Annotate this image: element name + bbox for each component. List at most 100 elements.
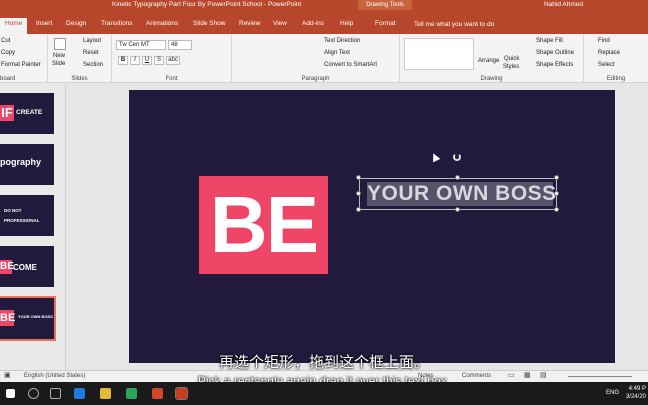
text-direction-button[interactable]: Text Direction bbox=[324, 38, 360, 44]
title-bar: Kinetic Typography Part Four By PowerPoi… bbox=[0, 0, 648, 10]
tab-format[interactable]: Format bbox=[375, 20, 396, 27]
slides-label: Slides bbox=[71, 76, 88, 82]
smartart-button[interactable]: Convert to SmartArt bbox=[324, 62, 377, 68]
tab-add-ins[interactable]: Add-ins bbox=[302, 20, 324, 27]
thumb-5-big: BE bbox=[0, 310, 16, 326]
resize-handle-bl[interactable] bbox=[356, 207, 361, 212]
app-icon[interactable] bbox=[152, 388, 163, 399]
tab-help[interactable]: Help bbox=[340, 20, 353, 27]
clock-date: 3/24/20 bbox=[625, 394, 646, 400]
clock[interactable]: 4:49 P 3/24/20 bbox=[626, 385, 646, 401]
resize-handle-br[interactable] bbox=[554, 207, 559, 212]
slides-group: New Slide Layout Reset Section Slides bbox=[48, 34, 112, 83]
thumb-3-line1: DO NOT bbox=[4, 208, 22, 213]
text-box-content[interactable]: YOUR OWN BOSS bbox=[367, 182, 556, 206]
shapes-gallery[interactable] bbox=[404, 38, 474, 70]
tab-review[interactable]: Review bbox=[239, 20, 260, 27]
font-group: Tw Cen MT 48 B I U S abc Font bbox=[112, 34, 232, 83]
windows-taskbar: ENG 4:49 P 3/24/20 bbox=[0, 382, 648, 405]
reset-button[interactable]: Reset bbox=[83, 50, 99, 56]
mouse-cursor-icon bbox=[429, 151, 441, 163]
slide-thumbnail-4[interactable]: BE COME bbox=[0, 246, 54, 287]
edge-icon[interactable] bbox=[74, 388, 85, 399]
tab-animations[interactable]: Animations bbox=[146, 20, 178, 27]
quick-styles-button[interactable]: Quick bbox=[504, 56, 519, 62]
slide-canvas[interactable]: BE YOUR OWN BOSS bbox=[66, 83, 648, 370]
thumb-1-big: IF bbox=[0, 105, 14, 121]
current-slide[interactable]: BE YOUR OWN BOSS bbox=[129, 90, 615, 363]
powerpoint-icon[interactable] bbox=[175, 387, 188, 400]
resize-handle-bc[interactable] bbox=[455, 207, 460, 212]
slide-thumbnail-5[interactable]: BE YOUR OWN BOSS bbox=[0, 296, 56, 341]
tab-design[interactable]: Design bbox=[66, 20, 86, 27]
tab-insert[interactable]: Insert bbox=[36, 20, 52, 27]
tab-transitions[interactable]: Transitions bbox=[101, 20, 133, 27]
underline-button[interactable]: U bbox=[142, 56, 152, 65]
ribbon: Cut Copy Format Painter board New Slide … bbox=[0, 34, 648, 83]
clipboard-label: board bbox=[0, 76, 16, 82]
cut-button[interactable]: Cut bbox=[1, 38, 10, 44]
camtasia-icon[interactable] bbox=[126, 388, 137, 399]
tab-slide-show[interactable]: Slide Show bbox=[193, 20, 226, 27]
thumb-3-line2: PROFESSIONAL bbox=[4, 218, 40, 223]
shape-outline-button[interactable]: Shape Outline bbox=[536, 50, 574, 56]
slide-thumbnail-1[interactable]: IF CREATE bbox=[0, 93, 54, 134]
align-text-button[interactable]: Align Text bbox=[324, 50, 350, 56]
font-name-select[interactable]: Tw Cen MT bbox=[116, 40, 166, 50]
selected-text-box[interactable]: YOUR OWN BOSS bbox=[359, 178, 557, 210]
bold-button[interactable]: B bbox=[118, 56, 128, 65]
paragraph-group: Text Direction Align Text Convert to Sma… bbox=[232, 34, 400, 83]
tab-view[interactable]: View bbox=[273, 20, 287, 27]
section-button[interactable]: Section bbox=[83, 62, 103, 68]
thumb-4-line1: COME bbox=[13, 263, 37, 272]
editing-group: Find Replace Select Editing bbox=[584, 34, 648, 83]
new-slide-icon[interactable] bbox=[54, 38, 66, 50]
layout-button[interactable]: Layout bbox=[83, 38, 101, 44]
tab-home[interactable]: Home bbox=[0, 18, 28, 34]
copy-button[interactable]: Copy bbox=[1, 50, 15, 56]
find-button[interactable]: Find bbox=[598, 38, 610, 44]
editing-label: Editing bbox=[606, 76, 626, 82]
thumb-5-line1: YOUR OWN BOSS bbox=[18, 314, 53, 319]
resize-handle-tr[interactable] bbox=[554, 175, 559, 180]
new-slide-button[interactable]: New bbox=[53, 53, 65, 59]
drawing-group: Arrange Quick Styles Shape Fill Shape Ou… bbox=[400, 34, 584, 83]
resize-handle-mr[interactable] bbox=[554, 191, 559, 196]
context-tab-group: Drawing Tools bbox=[358, 0, 412, 10]
shape-fill-button[interactable]: Shape Fill bbox=[536, 38, 563, 44]
shadow-button[interactable]: abc bbox=[166, 56, 180, 65]
language-indicator[interactable]: ENG bbox=[606, 390, 619, 396]
font-size-select[interactable]: 48 bbox=[168, 40, 192, 50]
format-painter-button[interactable]: Format Painter bbox=[1, 62, 41, 68]
rotate-handle-icon[interactable] bbox=[453, 153, 461, 161]
search-icon[interactable] bbox=[28, 388, 39, 399]
file-explorer-icon[interactable] bbox=[100, 388, 111, 399]
resize-handle-tc[interactable] bbox=[455, 175, 460, 180]
thumb-1-line1: CREATE bbox=[16, 109, 43, 116]
thumb-2-line1: pography bbox=[0, 157, 42, 167]
arrange-button[interactable]: Arrange bbox=[478, 58, 499, 64]
italic-button[interactable]: I bbox=[130, 56, 140, 65]
task-view-icon[interactable] bbox=[50, 388, 61, 399]
slide-thumbnails-panel[interactable]: IF CREATE pography DO NOT PROFESSIONAL B… bbox=[0, 83, 66, 370]
shape-effects-button[interactable]: Shape Effects bbox=[536, 62, 573, 68]
select-button[interactable]: Select bbox=[598, 62, 615, 68]
resize-handle-tl[interactable] bbox=[356, 175, 361, 180]
subtitle-chinese: 再选个矩形，拖到这个框上面。 bbox=[218, 353, 429, 371]
thumb-4-big: BE bbox=[0, 260, 14, 274]
ribbon-tabs: Home Insert Design Transitions Animation… bbox=[0, 10, 648, 34]
slide-thumbnail-2[interactable]: pography bbox=[0, 144, 54, 185]
clipboard-group: Cut Copy Format Painter board bbox=[0, 34, 48, 83]
replace-button[interactable]: Replace bbox=[598, 50, 620, 56]
new-slide-button-line2[interactable]: Slide bbox=[52, 61, 65, 67]
slide-thumbnail-3[interactable]: DO NOT PROFESSIONAL bbox=[0, 195, 54, 236]
be-block[interactable]: BE bbox=[199, 176, 328, 274]
clock-time: 4:49 P bbox=[628, 386, 646, 392]
font-label: Font bbox=[165, 76, 178, 82]
windows-start-icon[interactable] bbox=[6, 389, 15, 398]
resize-handle-ml[interactable] bbox=[356, 191, 361, 196]
user-name[interactable]: Nahid Ahmed bbox=[544, 1, 583, 8]
quick-styles-button-line2[interactable]: Styles bbox=[503, 64, 519, 70]
tell-me-search[interactable]: Tell me what you want to do bbox=[414, 21, 494, 28]
strike-button[interactable]: S bbox=[154, 56, 164, 65]
